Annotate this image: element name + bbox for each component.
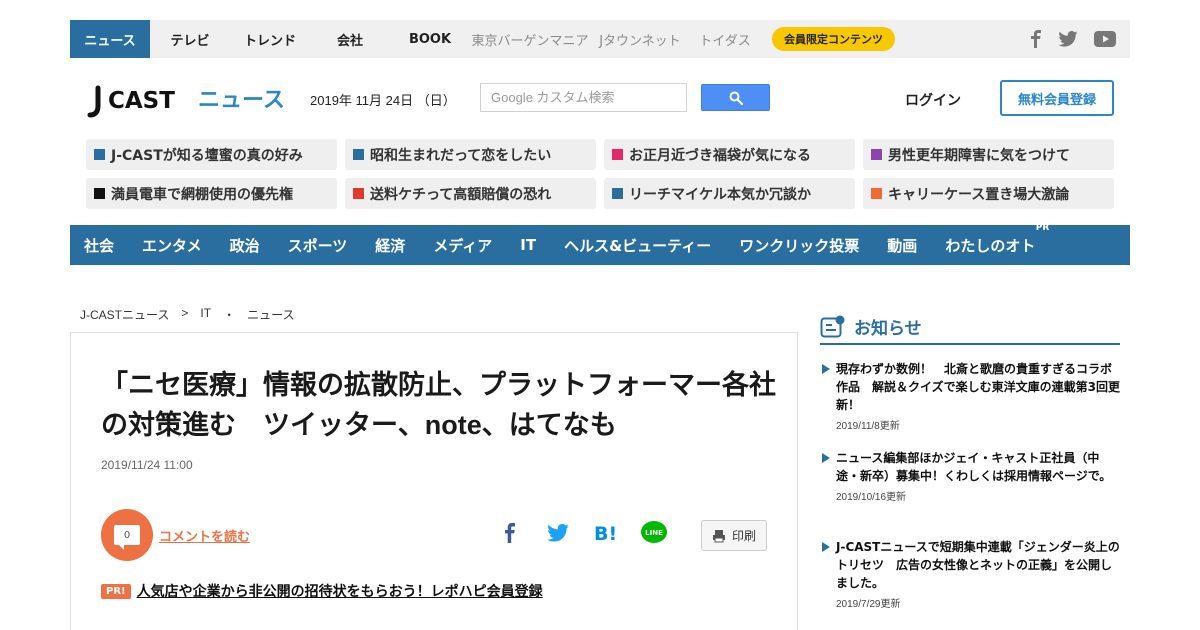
top-nav-toidasu[interactable]: トイダス — [690, 20, 760, 58]
top-nav-book[interactable]: BOOK — [390, 20, 470, 58]
top-nav-company[interactable]: 会社 — [310, 20, 390, 58]
breadcrumb-separator: > — [181, 306, 189, 320]
trend-color-marker — [94, 188, 105, 199]
category-media[interactable]: メディア — [433, 235, 492, 256]
pr-badge: PR! — [101, 583, 131, 599]
trend-color-marker — [612, 149, 623, 160]
category-entertainment[interactable]: エンタメ — [142, 235, 202, 256]
breadcrumb: J-CASTニュース > IT ・ ニュース — [80, 306, 295, 323]
notice-item[interactable]: J-CASTニュースで短期集中連載「ジェンダー炎上のトリセツ 広告の女性像とネッ… — [820, 538, 1120, 610]
top-bar: ニュース テレビ トレンド 会社 BOOK 東京バーゲンマニア Jタウンネット … — [70, 20, 1130, 58]
trend-chip[interactable]: 満員電車で網棚使用の優先権 — [86, 178, 337, 209]
trend-color-marker — [871, 188, 882, 199]
line-share-icon[interactable]: LINE — [640, 519, 668, 547]
login-link[interactable]: ログイン — [905, 90, 961, 110]
register-button[interactable]: 無料会員登録 — [1000, 80, 1114, 116]
trend-chip[interactable]: 男性更年期障害に気をつけて — [863, 139, 1114, 170]
notice-date: 2019/11/8更新 — [836, 421, 900, 432]
trend-chip[interactable]: 送料ケチって高額賠償の恐れ — [345, 178, 596, 209]
search-icon — [729, 91, 743, 105]
notice-date: 2019/7/29更新 — [836, 599, 901, 610]
twitter-share-icon[interactable] — [544, 519, 572, 547]
current-date: 2019年 11月 24日 （日） — [310, 93, 456, 108]
trend-color-marker — [353, 188, 364, 199]
twitter-icon[interactable] — [1058, 31, 1078, 47]
top-nav-bargain-mania[interactable]: 東京バーゲンマニア — [470, 20, 590, 58]
breadcrumb-news[interactable]: ニュース — [247, 306, 294, 323]
trend-chip[interactable]: お正月近づき福袋が気になる — [604, 139, 855, 170]
notices-header: お知らせ — [820, 310, 1120, 345]
svg-text:CAST: CAST — [108, 88, 175, 114]
trend-color-marker — [871, 149, 882, 160]
printer-icon — [712, 529, 725, 542]
breadcrumb-home[interactable]: J-CASTニュース — [80, 306, 169, 323]
notices-title: お知らせ — [854, 319, 922, 339]
trend-chip[interactable]: 昭和生まれだって恋をしたい — [345, 139, 596, 170]
article-title: 「ニセ医療」情報の拡散防止、プラットフォーマー各社の対策進む ツイッター、not… — [101, 370, 776, 440]
category-video[interactable]: 動画 — [887, 235, 917, 256]
notice-text: 現存わずか数例！ 北斎と歌麿の貴重すぎるコラボ作品 解説＆クイズで楽しむ東洋文庫… — [820, 360, 1120, 414]
print-button[interactable]: 印刷 — [701, 520, 767, 551]
comment-button[interactable]: 0 — [101, 509, 153, 561]
notice-icon — [820, 315, 845, 337]
notice-date: 2019/10/16更新 — [836, 492, 907, 503]
breadcrumb-separator: ・ — [223, 308, 236, 322]
print-label: 印刷 — [731, 529, 756, 543]
top-nav-jtown[interactable]: Jタウンネット — [590, 20, 690, 58]
search-input[interactable] — [480, 83, 687, 112]
trend-color-marker — [612, 188, 623, 199]
hatena-bookmark-icon[interactable]: B! — [592, 519, 620, 547]
social-links — [1030, 20, 1116, 58]
top-nav-news[interactable]: ニュース — [70, 20, 150, 58]
category-nav: 社会 エンタメ 政治 スポーツ 経済 メディア IT ヘルス&ビューティー ワン… — [70, 223, 1130, 265]
search-button[interactable] — [701, 84, 770, 111]
read-comments-link[interactable]: コメントを読む — [159, 526, 250, 545]
trend-chip[interactable]: キャリーケース置き場大激論 — [863, 178, 1114, 209]
trend-color-marker — [94, 149, 105, 160]
breadcrumb-it[interactable]: IT — [200, 306, 211, 323]
category-watashi-no-oto[interactable]: わたしのオト PR — [945, 223, 1049, 256]
share-buttons: B! LINE — [496, 519, 668, 547]
pr-row: PR! 人気店や企業から非公開の招待状をもらおう！レポハピ会員登録 — [101, 581, 543, 601]
comment-count: 0 — [114, 525, 140, 550]
category-economy[interactable]: 経済 — [375, 235, 405, 256]
notice-item[interactable]: ニュース編集部ほかジェイ・キャスト正社員（中途・新卒）募集中！くわしくは採用情報… — [820, 449, 1120, 503]
member-content-pill[interactable]: 会員限定コンテンツ — [772, 27, 895, 51]
facebook-share-icon[interactable] — [496, 519, 524, 547]
category-sports[interactable]: スポーツ — [288, 235, 348, 256]
category-society[interactable]: 社会 — [84, 235, 114, 256]
trend-chip[interactable]: リーチマイケル本気か冗談か — [604, 178, 855, 209]
facebook-icon[interactable] — [1030, 30, 1042, 48]
trend-chip[interactable]: J-CASTが知る壇蜜の真の好み — [86, 139, 337, 170]
category-it[interactable]: IT — [520, 236, 536, 254]
site-logo[interactable]: CAST ニュース — [86, 78, 286, 122]
svg-text:B!: B! — [594, 523, 617, 544]
trend-color-marker — [353, 149, 364, 160]
youtube-icon[interactable] — [1094, 31, 1116, 47]
top-nav-tv[interactable]: テレビ — [150, 20, 230, 58]
notice-text: ニュース編集部ほかジェイ・キャスト正社員（中途・新卒）募集中！くわしくは採用情報… — [820, 449, 1120, 485]
notice-text: J-CASTニュースで短期集中連載「ジェンダー炎上のトリセツ 広告の女性像とネッ… — [820, 538, 1120, 592]
category-one-click-vote[interactable]: ワンクリック投票 — [739, 235, 859, 256]
top-nav-trend[interactable]: トレンド — [230, 20, 310, 58]
category-politics[interactable]: 政治 — [230, 235, 260, 256]
notice-item[interactable]: 現存わずか数例！ 北斎と歌麿の貴重すぎるコラボ作品 解説＆クイズで楽しむ東洋文庫… — [820, 360, 1120, 432]
svg-text:ニュース: ニュース — [198, 88, 285, 113]
pr-link[interactable]: 人気店や企業から非公開の招待状をもらおう！レポハピ会員登録 — [137, 581, 543, 601]
trend-chips: J-CASTが知る壇蜜の真の好み 昭和生まれだって恋をしたい お正月近づき福袋が… — [86, 139, 1114, 209]
pr-label: PR — [1035, 222, 1050, 233]
category-health-beauty[interactable]: ヘルス&ビューティー — [564, 235, 711, 256]
article: 「ニセ医療」情報の拡散防止、プラットフォーマー各社の対策進む ツイッター、not… — [70, 332, 798, 630]
svg-text:LINE: LINE — [645, 529, 663, 537]
article-date: 2019/11/24 11:00 — [101, 458, 193, 472]
top-nav: ニュース テレビ トレンド 会社 BOOK 東京バーゲンマニア Jタウンネット … — [70, 20, 895, 58]
